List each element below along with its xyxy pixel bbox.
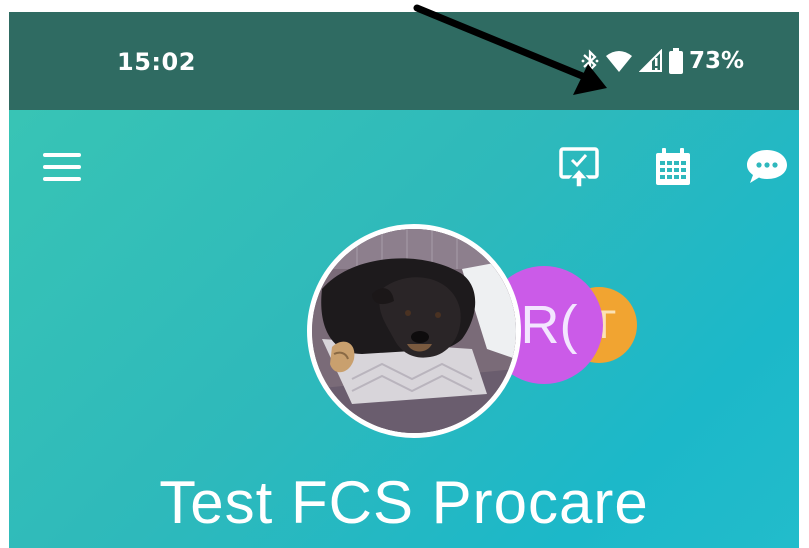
profile-header: T R(Test FCS Procare bbox=[9, 110, 799, 548]
avatar-photo[interactable] bbox=[307, 224, 521, 438]
dog-photo-icon bbox=[312, 229, 516, 433]
profile-name: Test FCS Procare bbox=[159, 469, 649, 536]
messages-icon[interactable] bbox=[744, 144, 790, 190]
check-in-icon[interactable] bbox=[556, 144, 602, 190]
status-icons: 73% bbox=[581, 46, 744, 76]
avatar-initials-label: R( bbox=[520, 295, 578, 355]
wifi-icon bbox=[605, 49, 633, 73]
battery-percent: 73% bbox=[689, 48, 745, 74]
calendar-icon[interactable] bbox=[650, 144, 696, 190]
battery-icon bbox=[669, 48, 683, 74]
signal-icon bbox=[639, 49, 663, 73]
status-time: 15:02 bbox=[117, 48, 196, 76]
hamburger-menu-icon[interactable] bbox=[43, 151, 83, 183]
bluetooth-icon bbox=[581, 49, 599, 73]
app-frame: 15:02 73% T R(Test FCS Procare bbox=[9, 12, 799, 548]
status-bar: 15:02 73% bbox=[9, 12, 799, 110]
